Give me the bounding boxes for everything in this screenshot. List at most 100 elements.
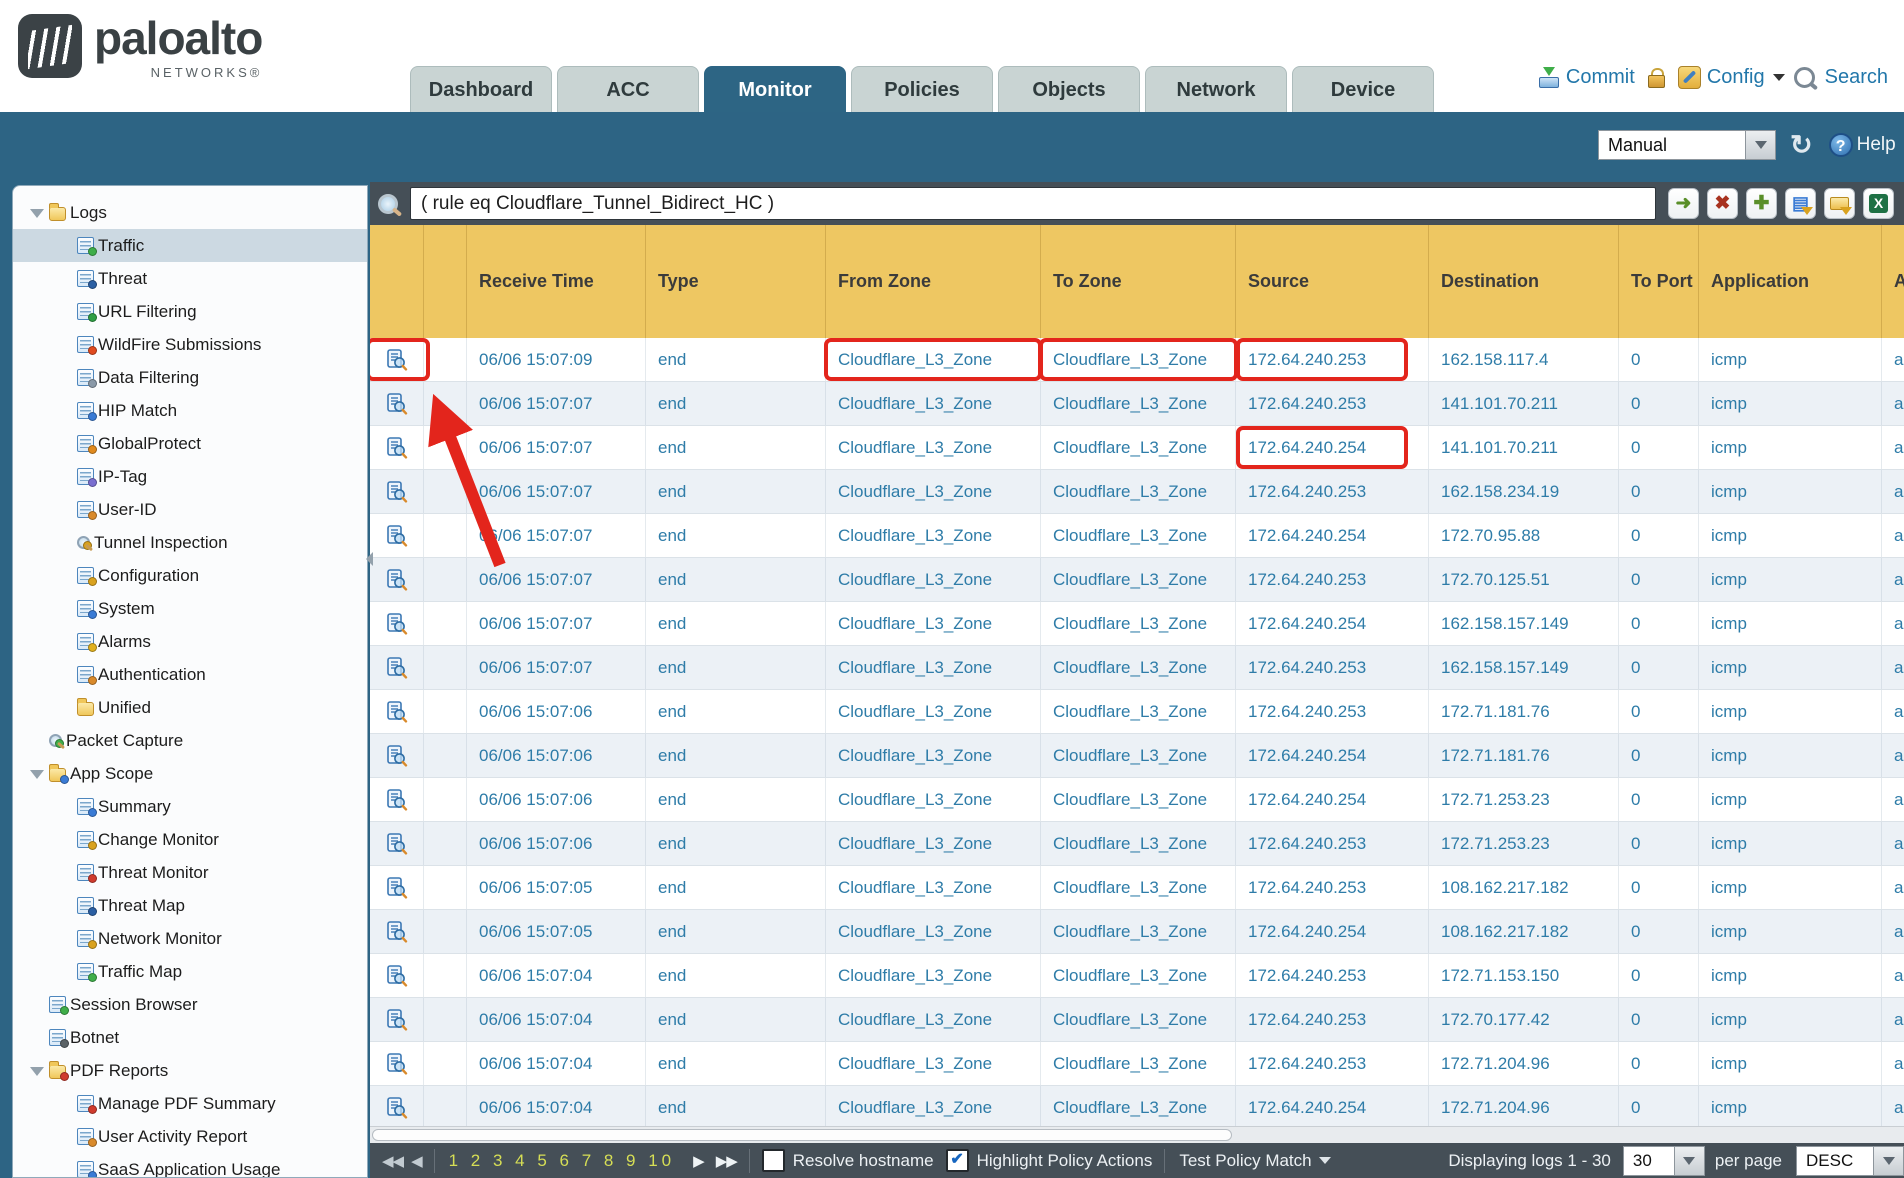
table-row[interactable]: 06/06 15:07:07endCloudflare_L3_ZoneCloud… bbox=[370, 426, 1904, 470]
apply-filter-button[interactable] bbox=[1668, 188, 1699, 219]
sidebar-item-alarms[interactable]: Alarms bbox=[13, 625, 367, 658]
page-numbers[interactable]: 1 2 3 4 5 6 7 8 9 10 bbox=[449, 1151, 676, 1171]
filter-query-input[interactable] bbox=[410, 187, 1656, 220]
sidebar-item-summary[interactable]: Summary bbox=[13, 790, 367, 823]
table-row[interactable]: 06/06 15:07:07endCloudflare_L3_ZoneCloud… bbox=[370, 514, 1904, 558]
add-filter-button[interactable] bbox=[1746, 188, 1777, 219]
col-header-to_port[interactable]: To Port bbox=[1619, 225, 1699, 338]
cell-detail[interactable] bbox=[370, 778, 424, 821]
col-header-action[interactable]: A bbox=[1882, 225, 1904, 338]
previous-page-button[interactable] bbox=[411, 1152, 422, 1170]
sidebar-item-pdf-reports[interactable]: PDF Reports bbox=[13, 1054, 367, 1087]
cell-detail[interactable] bbox=[370, 646, 424, 689]
table-row[interactable]: 06/06 15:07:06endCloudflare_L3_ZoneCloud… bbox=[370, 778, 1904, 822]
cell-detail[interactable] bbox=[370, 1086, 424, 1126]
export-csv-button[interactable] bbox=[1863, 188, 1894, 219]
sidebar-collapse-handle[interactable] bbox=[366, 552, 373, 566]
table-row[interactable]: 06/06 15:07:07endCloudflare_L3_ZoneCloud… bbox=[370, 470, 1904, 514]
col-header-detail[interactable] bbox=[370, 225, 424, 338]
col-header-from_zone[interactable]: From Zone bbox=[826, 225, 1041, 338]
table-row[interactable]: 06/06 15:07:07endCloudflare_L3_ZoneCloud… bbox=[370, 382, 1904, 426]
sidebar-item-user-id[interactable]: User-ID bbox=[13, 493, 367, 526]
sidebar-item-wildfire-submissions[interactable]: WildFire Submissions bbox=[13, 328, 367, 361]
horizontal-scrollbar[interactable] bbox=[370, 1126, 1904, 1143]
sidebar-item-threat[interactable]: Threat bbox=[13, 262, 367, 295]
global-search-button[interactable]: Search bbox=[1794, 66, 1888, 89]
sidebar-item-threat-map[interactable]: Threat Map bbox=[13, 889, 367, 922]
sort-order-dropdown-arrow[interactable] bbox=[1874, 1146, 1904, 1176]
table-row[interactable]: 06/06 15:07:07endCloudflare_L3_ZoneCloud… bbox=[370, 558, 1904, 602]
col-header-destination[interactable]: Destination bbox=[1429, 225, 1619, 338]
col-header-source[interactable]: Source bbox=[1236, 225, 1429, 338]
tab-device[interactable]: Device bbox=[1292, 66, 1434, 112]
tab-policies[interactable]: Policies bbox=[851, 66, 993, 112]
sidebar-item-user-activity-report[interactable]: User Activity Report bbox=[13, 1120, 367, 1153]
table-row[interactable]: 06/06 15:07:07endCloudflare_L3_ZoneCloud… bbox=[370, 602, 1904, 646]
table-row[interactable]: 06/06 15:07:06endCloudflare_L3_ZoneCloud… bbox=[370, 822, 1904, 866]
cell-detail[interactable] bbox=[370, 514, 424, 557]
refresh-icon[interactable] bbox=[1790, 132, 1813, 159]
expander-icon[interactable] bbox=[29, 204, 49, 222]
config-menu-button[interactable]: Config bbox=[1678, 66, 1785, 89]
horizontal-scrollbar-thumb[interactable] bbox=[372, 1129, 1232, 1141]
sidebar-item-change-monitor[interactable]: Change Monitor bbox=[13, 823, 367, 856]
table-row[interactable]: 06/06 15:07:06endCloudflare_L3_ZoneCloud… bbox=[370, 690, 1904, 734]
table-row[interactable]: 06/06 15:07:04endCloudflare_L3_ZoneCloud… bbox=[370, 1042, 1904, 1086]
last-page-button[interactable] bbox=[716, 1152, 737, 1170]
sidebar-item-traffic[interactable]: Traffic bbox=[13, 229, 367, 262]
help-label[interactable]: Help bbox=[1857, 134, 1896, 156]
cell-detail[interactable] bbox=[370, 382, 424, 425]
cell-detail[interactable] bbox=[370, 822, 424, 865]
sidebar-item-authentication[interactable]: Authentication bbox=[13, 658, 367, 691]
expander-icon[interactable] bbox=[29, 1062, 49, 1080]
tab-network[interactable]: Network bbox=[1145, 66, 1287, 112]
table-row[interactable]: 06/06 15:07:04endCloudflare_L3_ZoneCloud… bbox=[370, 1086, 1904, 1126]
help-icon[interactable] bbox=[1829, 133, 1853, 157]
cell-detail[interactable] bbox=[370, 1042, 424, 1085]
table-row[interactable]: 06/06 15:07:05endCloudflare_L3_ZoneCloud… bbox=[370, 866, 1904, 910]
table-row[interactable]: 06/06 15:07:04endCloudflare_L3_ZoneCloud… bbox=[370, 998, 1904, 1042]
expander-icon[interactable] bbox=[29, 765, 49, 783]
clear-filter-button[interactable] bbox=[1707, 188, 1738, 219]
table-row[interactable]: 06/06 15:07:09endCloudflare_L3_ZoneCloud… bbox=[370, 338, 1904, 382]
per-page-value[interactable]: 30 bbox=[1623, 1146, 1675, 1176]
sidebar-item-configuration[interactable]: Configuration bbox=[13, 559, 367, 592]
sidebar-item-ip-tag[interactable]: IP-Tag bbox=[13, 460, 367, 493]
tab-objects[interactable]: Objects bbox=[998, 66, 1140, 112]
cell-detail[interactable] bbox=[370, 558, 424, 601]
cell-detail[interactable] bbox=[370, 426, 424, 469]
sidebar-item-logs[interactable]: Logs bbox=[13, 196, 367, 229]
sort-order-value[interactable]: DESC bbox=[1796, 1146, 1874, 1176]
table-row[interactable]: 06/06 15:07:07endCloudflare_L3_ZoneCloud… bbox=[370, 646, 1904, 690]
sidebar-item-hip-match[interactable]: HIP Match bbox=[13, 394, 367, 427]
cell-detail[interactable] bbox=[370, 910, 424, 953]
cell-detail[interactable] bbox=[370, 338, 424, 381]
commit-button[interactable]: Commit bbox=[1538, 66, 1635, 89]
test-policy-match-button[interactable]: Test Policy Match bbox=[1179, 1151, 1330, 1171]
tab-dashboard[interactable]: Dashboard bbox=[410, 66, 552, 112]
cell-detail[interactable] bbox=[370, 470, 424, 513]
resolve-hostname-checkbox[interactable] bbox=[762, 1149, 785, 1172]
sidebar-item-system[interactable]: System bbox=[13, 592, 367, 625]
sidebar-item-manage-pdf-summary[interactable]: Manage PDF Summary bbox=[13, 1087, 367, 1120]
lock-icon[interactable] bbox=[1648, 68, 1665, 88]
refresh-mode-select[interactable]: Manual bbox=[1598, 130, 1746, 160]
tab-monitor[interactable]: Monitor bbox=[704, 66, 846, 112]
sidebar-item-globalprotect[interactable]: GlobalProtect bbox=[13, 427, 367, 460]
col-header-type[interactable]: Type bbox=[646, 225, 826, 338]
table-row[interactable]: 06/06 15:07:06endCloudflare_L3_ZoneCloud… bbox=[370, 734, 1904, 778]
cell-detail[interactable] bbox=[370, 998, 424, 1041]
col-header-application[interactable]: Application bbox=[1699, 225, 1882, 338]
sidebar-item-packet-capture[interactable]: Packet Capture bbox=[13, 724, 367, 757]
tab-acc[interactable]: ACC bbox=[557, 66, 699, 112]
sidebar-item-network-monitor[interactable]: Network Monitor bbox=[13, 922, 367, 955]
sidebar-item-saas-application-usage[interactable]: SaaS Application Usage bbox=[13, 1153, 367, 1178]
cell-detail[interactable] bbox=[370, 954, 424, 997]
col-header-flag[interactable] bbox=[424, 225, 467, 338]
sidebar-item-url-filtering[interactable]: URL Filtering bbox=[13, 295, 367, 328]
sidebar-item-botnet[interactable]: Botnet bbox=[13, 1021, 367, 1054]
sidebar-item-unified[interactable]: Unified bbox=[13, 691, 367, 724]
load-filter-button[interactable] bbox=[1824, 188, 1855, 219]
sidebar-item-threat-monitor[interactable]: Threat Monitor bbox=[13, 856, 367, 889]
highlight-policy-actions-checkbox[interactable] bbox=[946, 1149, 969, 1172]
